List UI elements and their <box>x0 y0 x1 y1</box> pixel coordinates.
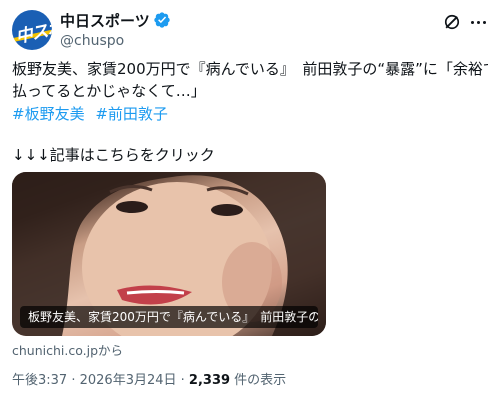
tweet-meta: 午後3:37 · 2026年3月24日 · 2,339 件の表示 <box>12 373 287 388</box>
hashtag-link[interactable]: #板野友美 <box>12 105 85 123</box>
avatar[interactable]: 中スポ <box>12 10 52 50</box>
views-label: 件の表示 <box>230 373 287 388</box>
tweet-header: 中スポ 中日スポーツ @chuspo <box>12 10 488 50</box>
grok-icon[interactable] <box>442 12 462 32</box>
card-source-link[interactable]: chunichi.co.jpから <box>12 340 123 359</box>
card-caption: 板野友美、家賃200万円で『病んでいる』 前田敦子の… <box>20 306 318 328</box>
tweet-text: 板野友美、家賃200万円で『病んでいる』 前田敦子の“暴露”に「余裕で 払ってる… <box>12 58 488 102</box>
hashtag-link[interactable]: #前田敦子 <box>95 105 168 123</box>
hashtags: #板野友美 #前田敦子 <box>12 103 174 125</box>
tweet-text-line2: 払ってるとかじゃなくて…」 <box>12 82 206 100</box>
display-name[interactable]: 中日スポーツ <box>60 10 150 31</box>
more-icon[interactable] <box>468 12 488 32</box>
verified-badge-icon <box>154 12 170 28</box>
author-block: 中日スポーツ @chuspo <box>60 10 171 51</box>
avatar-logo: 中スポ <box>13 18 52 48</box>
views-count: 2,339 <box>188 373 231 388</box>
tweet-date[interactable]: 2026年3月24日 <box>80 373 177 388</box>
tweet-time[interactable]: 午後3:37 <box>12 373 67 388</box>
link-card[interactable]: 板野友美、家賃200万円で『病んでいる』 前田敦子の… <box>12 172 326 336</box>
handle[interactable]: @chuspo <box>60 31 171 51</box>
click-prompt-text: ↓↓↓記事はこちらをクリック <box>12 146 215 164</box>
tweet-text-line1: 板野友美、家賃200万円で『病んでいる』 前田敦子の“暴露”に「余裕で <box>12 60 488 78</box>
